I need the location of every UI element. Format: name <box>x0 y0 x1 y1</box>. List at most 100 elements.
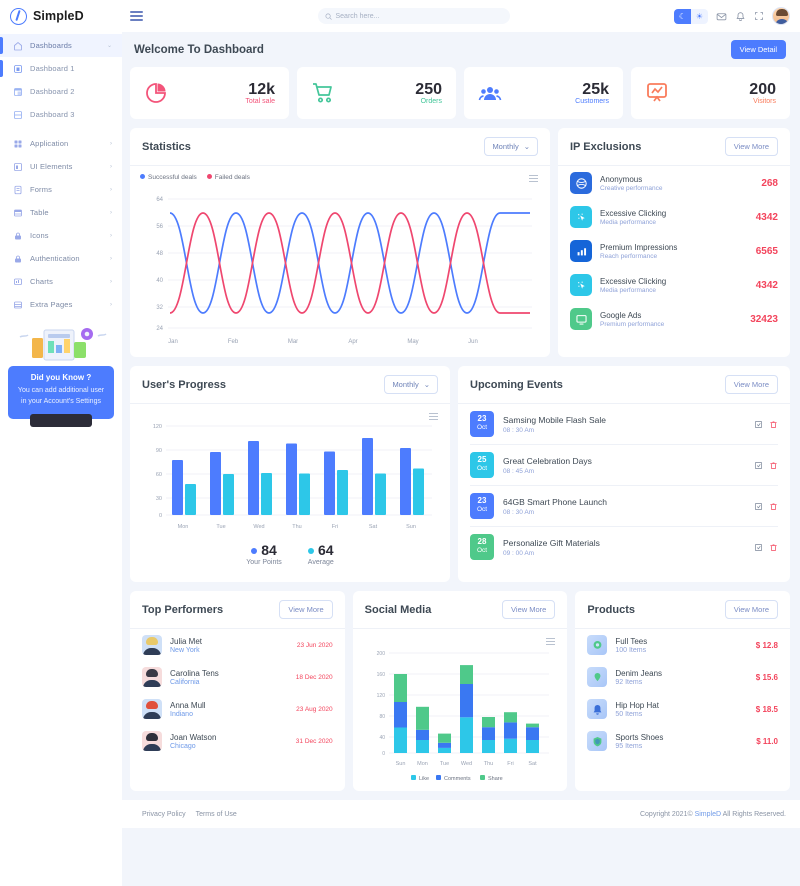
stat-card-customers[interactable]: 25k Customers <box>464 67 623 119</box>
ip-exclusions-card: IP Exclusions View More Anonymous Creati… <box>558 128 790 357</box>
stat-card-total-sale[interactable]: 12k Total sale <box>130 67 289 119</box>
performer-date: 31 Dec 2020 <box>295 737 333 745</box>
privacy-policy-link[interactable]: Privacy Policy <box>142 811 186 818</box>
mail-icon[interactable] <box>716 11 727 22</box>
chevron-right-icon: › <box>110 301 112 308</box>
performer-row[interactable]: .perf-row:nth-child(1) .perf-av::before{… <box>130 629 345 661</box>
products-title: Products <box>587 603 636 616</box>
product-row[interactable]: Full Tees 100 Items $ 12.8 <box>575 629 790 661</box>
sidebar-item-ui-elements[interactable]: UI Elements › <box>0 155 122 178</box>
header-actions: ☾ ☀ <box>674 7 800 25</box>
chart-menu-icon[interactable] <box>546 638 556 645</box>
avatar[interactable] <box>772 7 790 25</box>
svg-text:48: 48 <box>156 251 163 257</box>
search-input[interactable]: Search here... <box>317 8 510 24</box>
upcoming-events-title: Upcoming Events <box>470 378 563 391</box>
events-view-more-button[interactable]: View More <box>724 375 778 394</box>
fullscreen-icon[interactable] <box>754 11 764 21</box>
ip-value: 268 <box>761 177 778 189</box>
ip-exclusions-title: IP Exclusions <box>570 140 642 153</box>
edit-icon[interactable] <box>754 502 763 511</box>
sidebar-item-authentication[interactable]: Authentication › <box>0 247 122 270</box>
performer-row[interactable]: .perf-row:nth-child(4) .perf-av::before{… <box>130 725 345 757</box>
edit-icon[interactable] <box>754 461 763 470</box>
sidebar-item-charts[interactable]: Charts › <box>0 270 122 293</box>
chart-menu-icon[interactable] <box>529 175 538 182</box>
apps-icon <box>12 138 23 149</box>
svg-text:Thu: Thu <box>483 761 492 767</box>
product-name: Hip Hop Hat <box>615 700 659 710</box>
sidebar-item-dashboard-1[interactable]: Dashboard 1 <box>0 57 122 80</box>
stat-card-orders[interactable]: 250 Orders <box>297 67 456 119</box>
globe-icon <box>570 172 592 194</box>
ip-row[interactable]: Premium Impressions Reach performance 65… <box>558 234 790 268</box>
view-detail-button[interactable]: View Detail <box>730 40 786 59</box>
sidebar-item-forms[interactable]: Forms › <box>0 178 122 201</box>
pie-chart-icon <box>146 83 166 103</box>
sidebar-item-application[interactable]: Application › <box>0 132 122 155</box>
logo-icon <box>10 7 27 25</box>
edit-icon[interactable] <box>754 420 763 429</box>
performers-view-more-button[interactable]: View More <box>279 600 333 619</box>
svg-text:160: 160 <box>376 672 385 678</box>
hamburger-icon[interactable] <box>130 11 143 21</box>
ip-row[interactable]: Excessive Clicking Media performance 434… <box>558 268 790 302</box>
promo-button[interactable] <box>30 414 92 427</box>
users-progress-period-select[interactable]: Monthly ⌄ <box>384 375 438 394</box>
event-day: 25 <box>477 455 487 465</box>
sidebar-item-dashboards[interactable]: Dashboards ⌄ <box>0 34 122 57</box>
event-row[interactable]: 23 Oct 64GB Smart Phone Launch 08 : 30 A… <box>458 486 790 526</box>
svg-text:Wed: Wed <box>461 761 472 767</box>
ip-row[interactable]: Excessive Clicking Media performance 434… <box>558 200 790 234</box>
sun-icon[interactable]: ☀ <box>691 8 708 24</box>
sidebar-label: UI Elements <box>30 162 73 171</box>
ip-sub: Creative performance <box>600 184 663 192</box>
chevron-right-icon: › <box>110 278 112 285</box>
product-row[interactable]: Hip Hop Hat 50 Items $ 18.5 <box>575 693 790 725</box>
social-view-more-button[interactable]: View More <box>502 600 556 619</box>
performer-row[interactable]: .perf-row:nth-child(3) .perf-av::before{… <box>130 693 345 725</box>
svg-text:Jan: Jan <box>168 339 178 345</box>
stat-card-visitors[interactable]: 200 Visitors <box>631 67 790 119</box>
event-row[interactable]: 28 Oct Personalize Gift Materials 09 : 0… <box>458 527 790 567</box>
trash-icon[interactable] <box>769 461 778 470</box>
trash-icon[interactable] <box>769 502 778 511</box>
sidebar-item-dashboard-3[interactable]: Dashboard 3 <box>0 103 122 126</box>
ip-row[interactable]: Google Ads Premium performance 32423 <box>558 302 790 336</box>
ip-sub: Reach performance <box>600 252 658 260</box>
terms-of-use-link[interactable]: Terms of Use <box>196 811 237 818</box>
sidebar-item-dashboard-2[interactable]: Dashboard 2 <box>0 80 122 103</box>
sidebar-item-extra-pages[interactable]: Extra Pages › <box>0 293 122 316</box>
performer-name: Anna Mull <box>170 700 206 710</box>
header-search-area: Search here... <box>153 8 674 24</box>
product-price: $ 12.8 <box>755 640 779 650</box>
performer-row[interactable]: .perf-row:nth-child(2) .perf-av::before{… <box>130 661 345 693</box>
chevron-down-icon: ⌄ <box>423 380 430 389</box>
sidebar-item-table[interactable]: Table › <box>0 201 122 224</box>
presentation-chart-icon <box>647 83 667 102</box>
event-row[interactable]: 23 Oct Samsing Mobile Flash Sale 08 : 30… <box>458 404 790 444</box>
ip-row[interactable]: Anonymous Creative performance 268 <box>558 166 790 200</box>
product-row[interactable]: Denim Jeans 92 Items $ 15.6 <box>575 661 790 693</box>
trash-icon[interactable] <box>769 420 778 429</box>
edit-icon[interactable] <box>754 543 763 552</box>
theme-toggle[interactable]: ☾ ☀ <box>674 8 708 24</box>
promo-text: You can add additional user in your Acco… <box>17 387 105 405</box>
event-row[interactable]: 25 Oct Great Celebration Days 08 : 45 Am <box>458 445 790 485</box>
ip-sub: Media performance <box>600 286 656 294</box>
legend-label: Failed deals <box>214 174 250 181</box>
footer-brand-link[interactable]: SimpleD <box>695 811 721 818</box>
page-title: Welcome To Dashboard <box>134 43 264 56</box>
product-name: Sports Shoes <box>615 732 664 742</box>
pages-icon <box>12 299 23 310</box>
chart-menu-icon[interactable] <box>429 413 438 420</box>
bell-icon[interactable] <box>735 11 746 22</box>
products-view-more-button[interactable]: View More <box>724 600 779 619</box>
product-row[interactable]: Sports Shoes 95 Items $ 11.0 <box>575 725 790 757</box>
sidebar-item-icons[interactable]: Icons › <box>0 224 122 247</box>
trash-icon[interactable] <box>769 543 778 552</box>
moon-icon[interactable]: ☾ <box>674 8 691 24</box>
legend-label: Successful deals <box>148 174 197 181</box>
statistics-period-select[interactable]: Monthly ⌄ <box>484 137 538 156</box>
ip-view-more-button[interactable]: View More <box>724 137 778 156</box>
